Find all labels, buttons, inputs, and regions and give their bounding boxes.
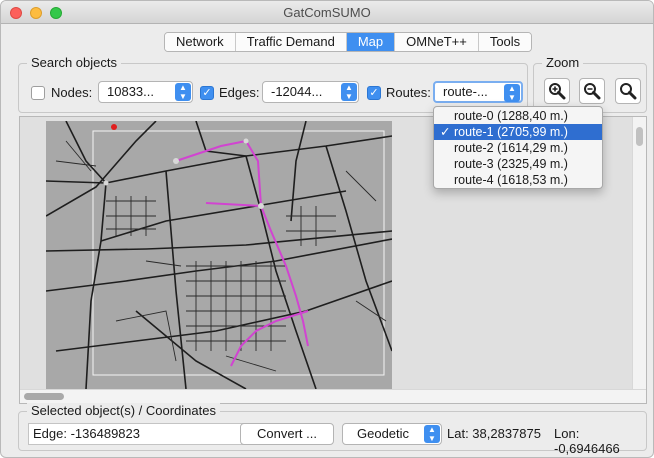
select-arrows-icon: ▲ ▼ xyxy=(504,84,520,102)
coordinate-system-select[interactable]: Geodetic ▲ ▼ xyxy=(342,423,442,445)
zoom-out-button[interactable] xyxy=(579,78,605,104)
main-tabs: Network Traffic Demand Map OMNeT++ Tools xyxy=(164,32,533,52)
map-vertical-scrollbar[interactable] xyxy=(632,117,646,389)
routes-select[interactable]: route-... ▲ ▼ xyxy=(433,81,523,103)
route-option[interactable]: route-4 (1618,53 m.) xyxy=(434,172,602,188)
zoom-out-icon xyxy=(584,83,601,100)
horizontal-scroll-thumb[interactable] xyxy=(24,393,64,400)
tab-omnetpp[interactable]: OMNeT++ xyxy=(395,33,479,51)
tab-network[interactable]: Network xyxy=(165,33,236,51)
zoom-in-icon xyxy=(549,83,566,100)
route-option[interactable]: route-2 (1614,29 m.) xyxy=(434,140,602,156)
zoom-in-button[interactable] xyxy=(544,78,570,104)
nodes-checkbox[interactable] xyxy=(31,86,45,100)
selected-objects-title: Selected object(s) / Coordinates xyxy=(27,403,220,418)
routes-label: Routes: xyxy=(386,85,431,100)
latitude-readout: Lat: 38,2837875 xyxy=(447,426,541,441)
convert-button[interactable]: Convert ... xyxy=(240,423,334,445)
routes-select-value: route-... xyxy=(443,84,488,99)
edges-label: Edges: xyxy=(219,85,260,100)
edges-select[interactable]: -12044... ▲ ▼ xyxy=(262,81,359,103)
nodes-select[interactable]: 10833... ▲ ▼ xyxy=(98,81,193,103)
coordinate-system-value: Geodetic xyxy=(357,426,410,441)
selected-edge-field[interactable]: Edge: -136489823 xyxy=(28,423,250,445)
search-objects-title: Search objects xyxy=(27,55,121,70)
title-bar: GatComSUMO xyxy=(1,1,653,24)
window-title: GatComSUMO xyxy=(283,5,371,20)
map-horizontal-scrollbar[interactable] xyxy=(20,389,646,403)
checkmark-icon: ✓ xyxy=(440,125,451,139)
longitude-readout: Lon: -0,6946466 xyxy=(554,426,620,456)
tab-tools[interactable]: Tools xyxy=(478,33,532,51)
routes-checkbox[interactable]: ✓ xyxy=(367,86,381,100)
routes-dropdown-menu: route-0 (1288,40 m.) ✓ route-1 (2705,99 m… xyxy=(433,106,603,189)
zoom-reset-button[interactable] xyxy=(615,78,641,104)
route-option[interactable]: route-3 (2325,49 m.) xyxy=(434,156,602,172)
nodes-select-value: 10833... xyxy=(107,84,154,99)
road-network-map[interactable] xyxy=(46,121,392,389)
tab-traffic-demand[interactable]: Traffic Demand xyxy=(235,33,347,51)
location-marker xyxy=(111,124,117,130)
app-window: GatComSUMO Network Traffic Demand Map OM… xyxy=(0,0,654,458)
selected-objects-group: Selected object(s) / Coordinates Edge: -… xyxy=(18,403,647,456)
nodes-label: Nodes: xyxy=(51,85,93,100)
select-arrows-icon: ▲ ▼ xyxy=(341,83,357,101)
zoom-title: Zoom xyxy=(542,55,584,70)
edges-select-value: -12044... xyxy=(271,84,323,99)
vertical-scroll-thumb[interactable] xyxy=(636,127,643,146)
select-arrows-icon: ▲ ▼ xyxy=(175,83,191,101)
route-option-selected[interactable]: ✓ route-1 (2705,99 m.) xyxy=(434,124,602,140)
tab-map[interactable]: Map xyxy=(346,33,396,51)
zoom-reset-icon xyxy=(620,83,637,100)
select-arrows-icon: ▲ ▼ xyxy=(424,425,440,443)
route-option[interactable]: route-0 (1288,40 m.) xyxy=(434,108,602,124)
edges-checkbox[interactable]: ✓ xyxy=(200,86,214,100)
